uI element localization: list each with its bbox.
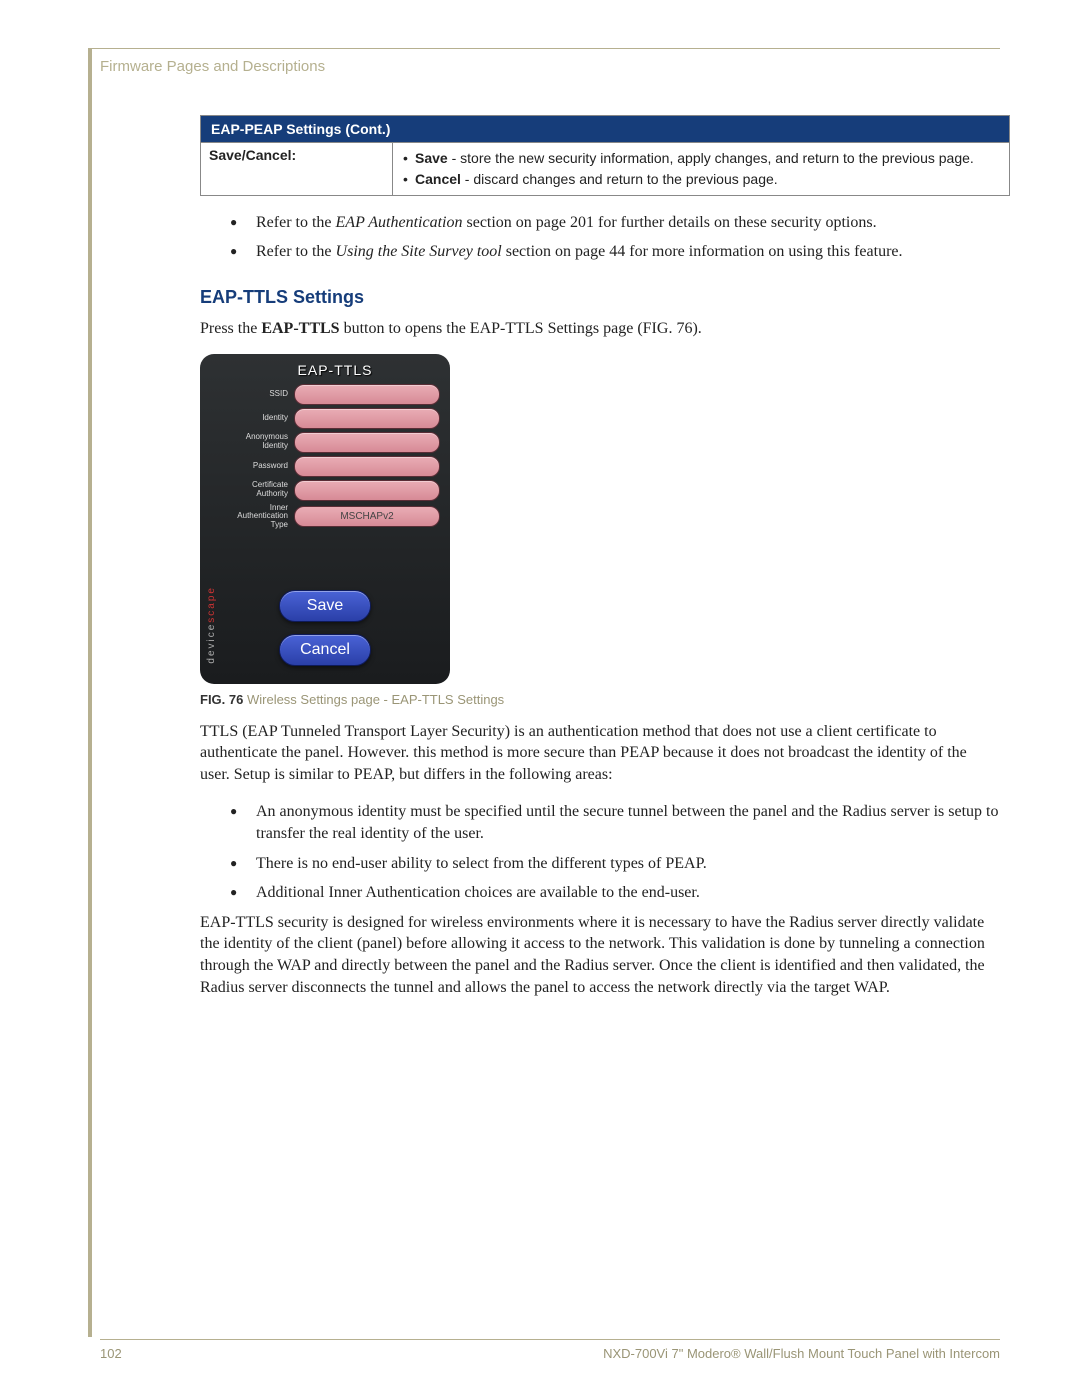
password-input[interactable]	[294, 456, 440, 477]
page-header: Firmware Pages and Descriptions	[100, 58, 1000, 75]
ref-site-survey: Refer to the Using the Site Survey tool …	[230, 241, 1000, 263]
label-password: Password	[230, 462, 288, 471]
label-identity: Identity	[230, 414, 288, 423]
eap-ttls-panel: EAP-TTLS SSID Identity Anonymous Identit…	[200, 354, 450, 684]
ttls-description: TTLS (EAP Tunneled Transport Layer Secur…	[200, 721, 1000, 786]
ssid-input[interactable]	[294, 384, 440, 405]
ref-eap-auth: Refer to the EAP Authentication section …	[230, 212, 1000, 234]
save-button[interactable]: Save	[279, 590, 371, 622]
left-rule	[88, 48, 92, 1337]
diff-no-peap-select: There is no end-user ability to select f…	[230, 853, 1000, 875]
ca-input[interactable]	[294, 480, 440, 501]
section-heading: EAP-TTLS Settings	[200, 287, 1000, 308]
ttls-security-paragraph: EAP-TTLS security is designed for wirele…	[200, 912, 1000, 998]
row-content: Save - store the new security informatio…	[393, 143, 1010, 196]
difference-list: An anonymous identity must be specified …	[230, 801, 1000, 903]
inner-auth-select[interactable]: MSCHAPv2	[294, 506, 440, 527]
label-anon-identity: Anonymous Identity	[230, 433, 288, 451]
product-name: NXD-700Vi 7" Modero® Wall/Flush Mount To…	[603, 1346, 1000, 1361]
label-ssid: SSID	[230, 390, 288, 399]
cancel-bullet: Cancel - discard changes and return to t…	[401, 170, 1001, 189]
diff-inner-auth-choices: Additional Inner Authentication choices …	[230, 882, 1000, 904]
diff-anon-identity: An anonymous identity must be specified …	[230, 801, 1000, 844]
top-rule	[92, 48, 1000, 49]
save-bullet: Save - store the new security informatio…	[401, 149, 1001, 168]
label-ca: Certificate Authority	[230, 481, 288, 499]
identity-input[interactable]	[294, 408, 440, 429]
settings-table: EAP-PEAP Settings (Cont.) Save/Cancel: S…	[200, 115, 1010, 196]
page-footer: 102 NXD-700Vi 7" Modero® Wall/Flush Moun…	[100, 1339, 1000, 1361]
table-title: EAP-PEAP Settings (Cont.)	[201, 116, 1010, 143]
anon-identity-input[interactable]	[294, 432, 440, 453]
intro-paragraph: Press the EAP-TTLS button to opens the E…	[200, 318, 1000, 340]
page-number: 102	[100, 1346, 122, 1361]
figure-caption: FIG. 76 Wireless Settings page - EAP-TTL…	[200, 692, 1000, 707]
panel-title: EAP-TTLS	[230, 362, 440, 378]
row-label: Save/Cancel:	[201, 143, 393, 196]
table-row: Save/Cancel: Save - store the new securi…	[201, 143, 1010, 196]
reference-list: Refer to the EAP Authentication section …	[230, 212, 1000, 263]
label-inner-auth: Inner Authentication Type	[230, 504, 288, 530]
cancel-button[interactable]: Cancel	[279, 634, 371, 666]
